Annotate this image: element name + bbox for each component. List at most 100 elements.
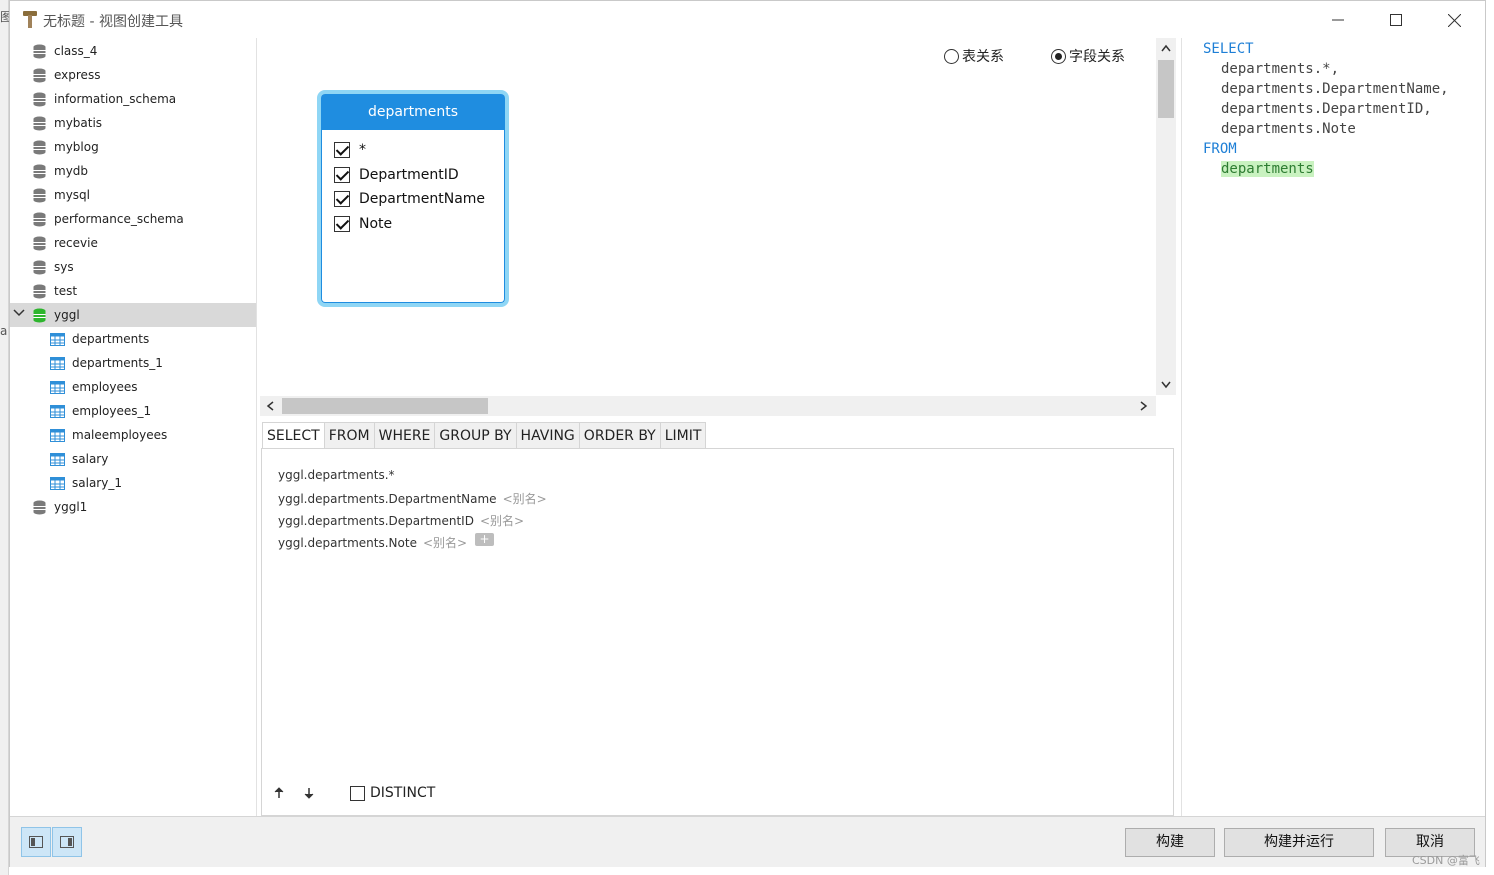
layout-left-pane-button[interactable]: [21, 827, 51, 857]
field-label: Note: [359, 216, 393, 232]
sql-column: departments.*,: [1221, 61, 1340, 77]
field-row[interactable]: DepartmentID: [334, 164, 459, 186]
tree-db-item-active[interactable]: yggl: [10, 303, 256, 327]
select-expr[interactable]: yggl.departments.DepartmentName: [278, 492, 497, 506]
checkbox-box[interactable]: [350, 785, 365, 801]
tab-select[interactable]: SELECT: [262, 422, 325, 449]
field-row[interactable]: *: [334, 139, 366, 161]
alias-placeholder[interactable]: <别名>: [480, 514, 524, 528]
tree-db-item[interactable]: test: [10, 279, 256, 303]
select-expr[interactable]: yggl.departments.*: [278, 468, 395, 482]
tree-db-item[interactable]: class_4: [10, 39, 256, 63]
sql-preview[interactable]: SELECT departments.*, departments.Depart…: [1181, 38, 1485, 816]
close-button[interactable]: [1434, 7, 1474, 33]
chevron-down-icon[interactable]: [13, 306, 25, 320]
tree-db-item[interactable]: sys: [10, 255, 256, 279]
database-icon: [33, 188, 46, 203]
chevron-right-icon[interactable]: [1140, 401, 1148, 411]
field-checkbox[interactable]: [334, 167, 350, 183]
title-bar: 无标题 - 视图创建工具: [10, 1, 1485, 38]
design-canvas[interactable]: 表关系 字段关系 departments * DepartmentID Depa…: [260, 38, 1176, 412]
database-icon: [33, 500, 46, 515]
database-icon: [33, 68, 46, 83]
table-icon: [50, 477, 65, 490]
add-field-button[interactable]: +: [475, 533, 494, 546]
field-row[interactable]: DepartmentName: [334, 188, 485, 210]
scroll-thumb[interactable]: [1158, 60, 1174, 118]
tree-db-item[interactable]: mydb: [10, 159, 256, 183]
table-icon: [50, 333, 65, 346]
chevron-down-icon[interactable]: [1161, 381, 1171, 389]
tree-db-item[interactable]: performance_schema: [10, 207, 256, 231]
database-active-icon: [33, 308, 46, 323]
select-item[interactable]: yggl.departments.DepartmentID <别名>: [278, 512, 524, 529]
chevron-left-icon[interactable]: [266, 401, 274, 411]
select-expr[interactable]: yggl.departments.Note: [278, 536, 417, 550]
alias-placeholder[interactable]: <别名>: [503, 492, 547, 506]
field-label: DepartmentID: [359, 167, 459, 183]
tree-table-item[interactable]: employees_1: [10, 399, 256, 423]
tree-db-item[interactable]: information_schema: [10, 87, 256, 111]
mode-table-relation-radio[interactable]: 表关系: [944, 46, 1004, 66]
tree-item-label: employees: [72, 380, 138, 394]
tree-table-item[interactable]: departments_1: [10, 351, 256, 375]
tab-where[interactable]: WHERE: [374, 422, 436, 449]
tree-item-label: information_schema: [54, 92, 177, 106]
scroll-thumb[interactable]: [282, 398, 488, 414]
tree-db-item[interactable]: yggl1: [10, 495, 256, 519]
left-pane-icon: [29, 836, 43, 848]
build-button[interactable]: 构建: [1125, 828, 1215, 857]
tree-item-label: departments_1: [72, 356, 163, 370]
database-icon: [33, 44, 46, 59]
distinct-checkbox[interactable]: DISTINCT: [350, 785, 435, 801]
minimize-button[interactable]: [1318, 7, 1358, 33]
select-item[interactable]: yggl.departments.Note <别名>: [278, 534, 467, 551]
select-expr[interactable]: yggl.departments.DepartmentID: [278, 514, 474, 528]
tab-from[interactable]: FROM: [324, 422, 375, 449]
tree-item-label: mybatis: [54, 116, 103, 130]
build-and-run-button[interactable]: 构建并运行: [1224, 828, 1374, 857]
database-icon: [33, 164, 46, 179]
mode-field-relation-radio[interactable]: 字段关系: [1051, 46, 1125, 66]
design-horizontal-scrollbar[interactable]: [260, 396, 1156, 416]
table-card-departments[interactable]: departments * DepartmentID DepartmentNam…: [317, 90, 509, 307]
tree-item-label: salary: [72, 452, 109, 466]
tree-table-item[interactable]: departments: [10, 327, 256, 351]
arrow-down-icon[interactable]: [304, 787, 314, 799]
tree-db-item[interactable]: mybatis: [10, 111, 256, 135]
sql-keyword-select: SELECT: [1203, 41, 1254, 57]
tree-table-item[interactable]: employees: [10, 375, 256, 399]
tree-item-label: departments: [72, 332, 150, 346]
sql-column: departments.Note: [1221, 121, 1356, 137]
tree-item-label: class_4: [54, 44, 98, 58]
chevron-up-icon[interactable]: [1161, 44, 1171, 52]
tree-table-item[interactable]: salary: [10, 447, 256, 471]
layout-right-pane-button[interactable]: [52, 827, 82, 857]
select-item[interactable]: yggl.departments.*: [278, 468, 395, 482]
field-checkbox[interactable]: [334, 142, 350, 158]
tab-group-by[interactable]: GROUP BY: [435, 422, 517, 449]
tree-db-item[interactable]: mysql: [10, 183, 256, 207]
tree-table-item[interactable]: maleemployees: [10, 423, 256, 447]
query-clause-tabs: SELECT FROM WHERE GROUP BY HAVING ORDER …: [262, 422, 707, 449]
alias-placeholder[interactable]: <别名>: [423, 536, 467, 550]
select-item[interactable]: yggl.departments.DepartmentName <别名>: [278, 490, 547, 507]
tab-limit[interactable]: LIMIT: [660, 422, 707, 449]
tree-item-label: mysql: [54, 188, 90, 202]
database-icon: [33, 92, 46, 107]
table-icon: [50, 453, 65, 466]
tab-having[interactable]: HAVING: [516, 422, 580, 449]
design-vertical-scrollbar[interactable]: [1156, 38, 1176, 395]
maximize-button[interactable]: [1376, 7, 1416, 33]
tree-db-item[interactable]: express: [10, 63, 256, 87]
field-checkbox[interactable]: [334, 216, 350, 232]
field-row[interactable]: Note: [334, 213, 392, 235]
tree-db-item[interactable]: recevie: [10, 231, 256, 255]
tree-table-item[interactable]: salary_1: [10, 471, 256, 495]
tab-order-by[interactable]: ORDER BY: [579, 422, 661, 449]
field-checkbox[interactable]: [334, 191, 350, 207]
minimize-icon: [1332, 19, 1344, 21]
tree-db-item[interactable]: myblog: [10, 135, 256, 159]
table-card-title[interactable]: departments: [321, 94, 505, 130]
arrow-up-icon[interactable]: [274, 787, 284, 799]
